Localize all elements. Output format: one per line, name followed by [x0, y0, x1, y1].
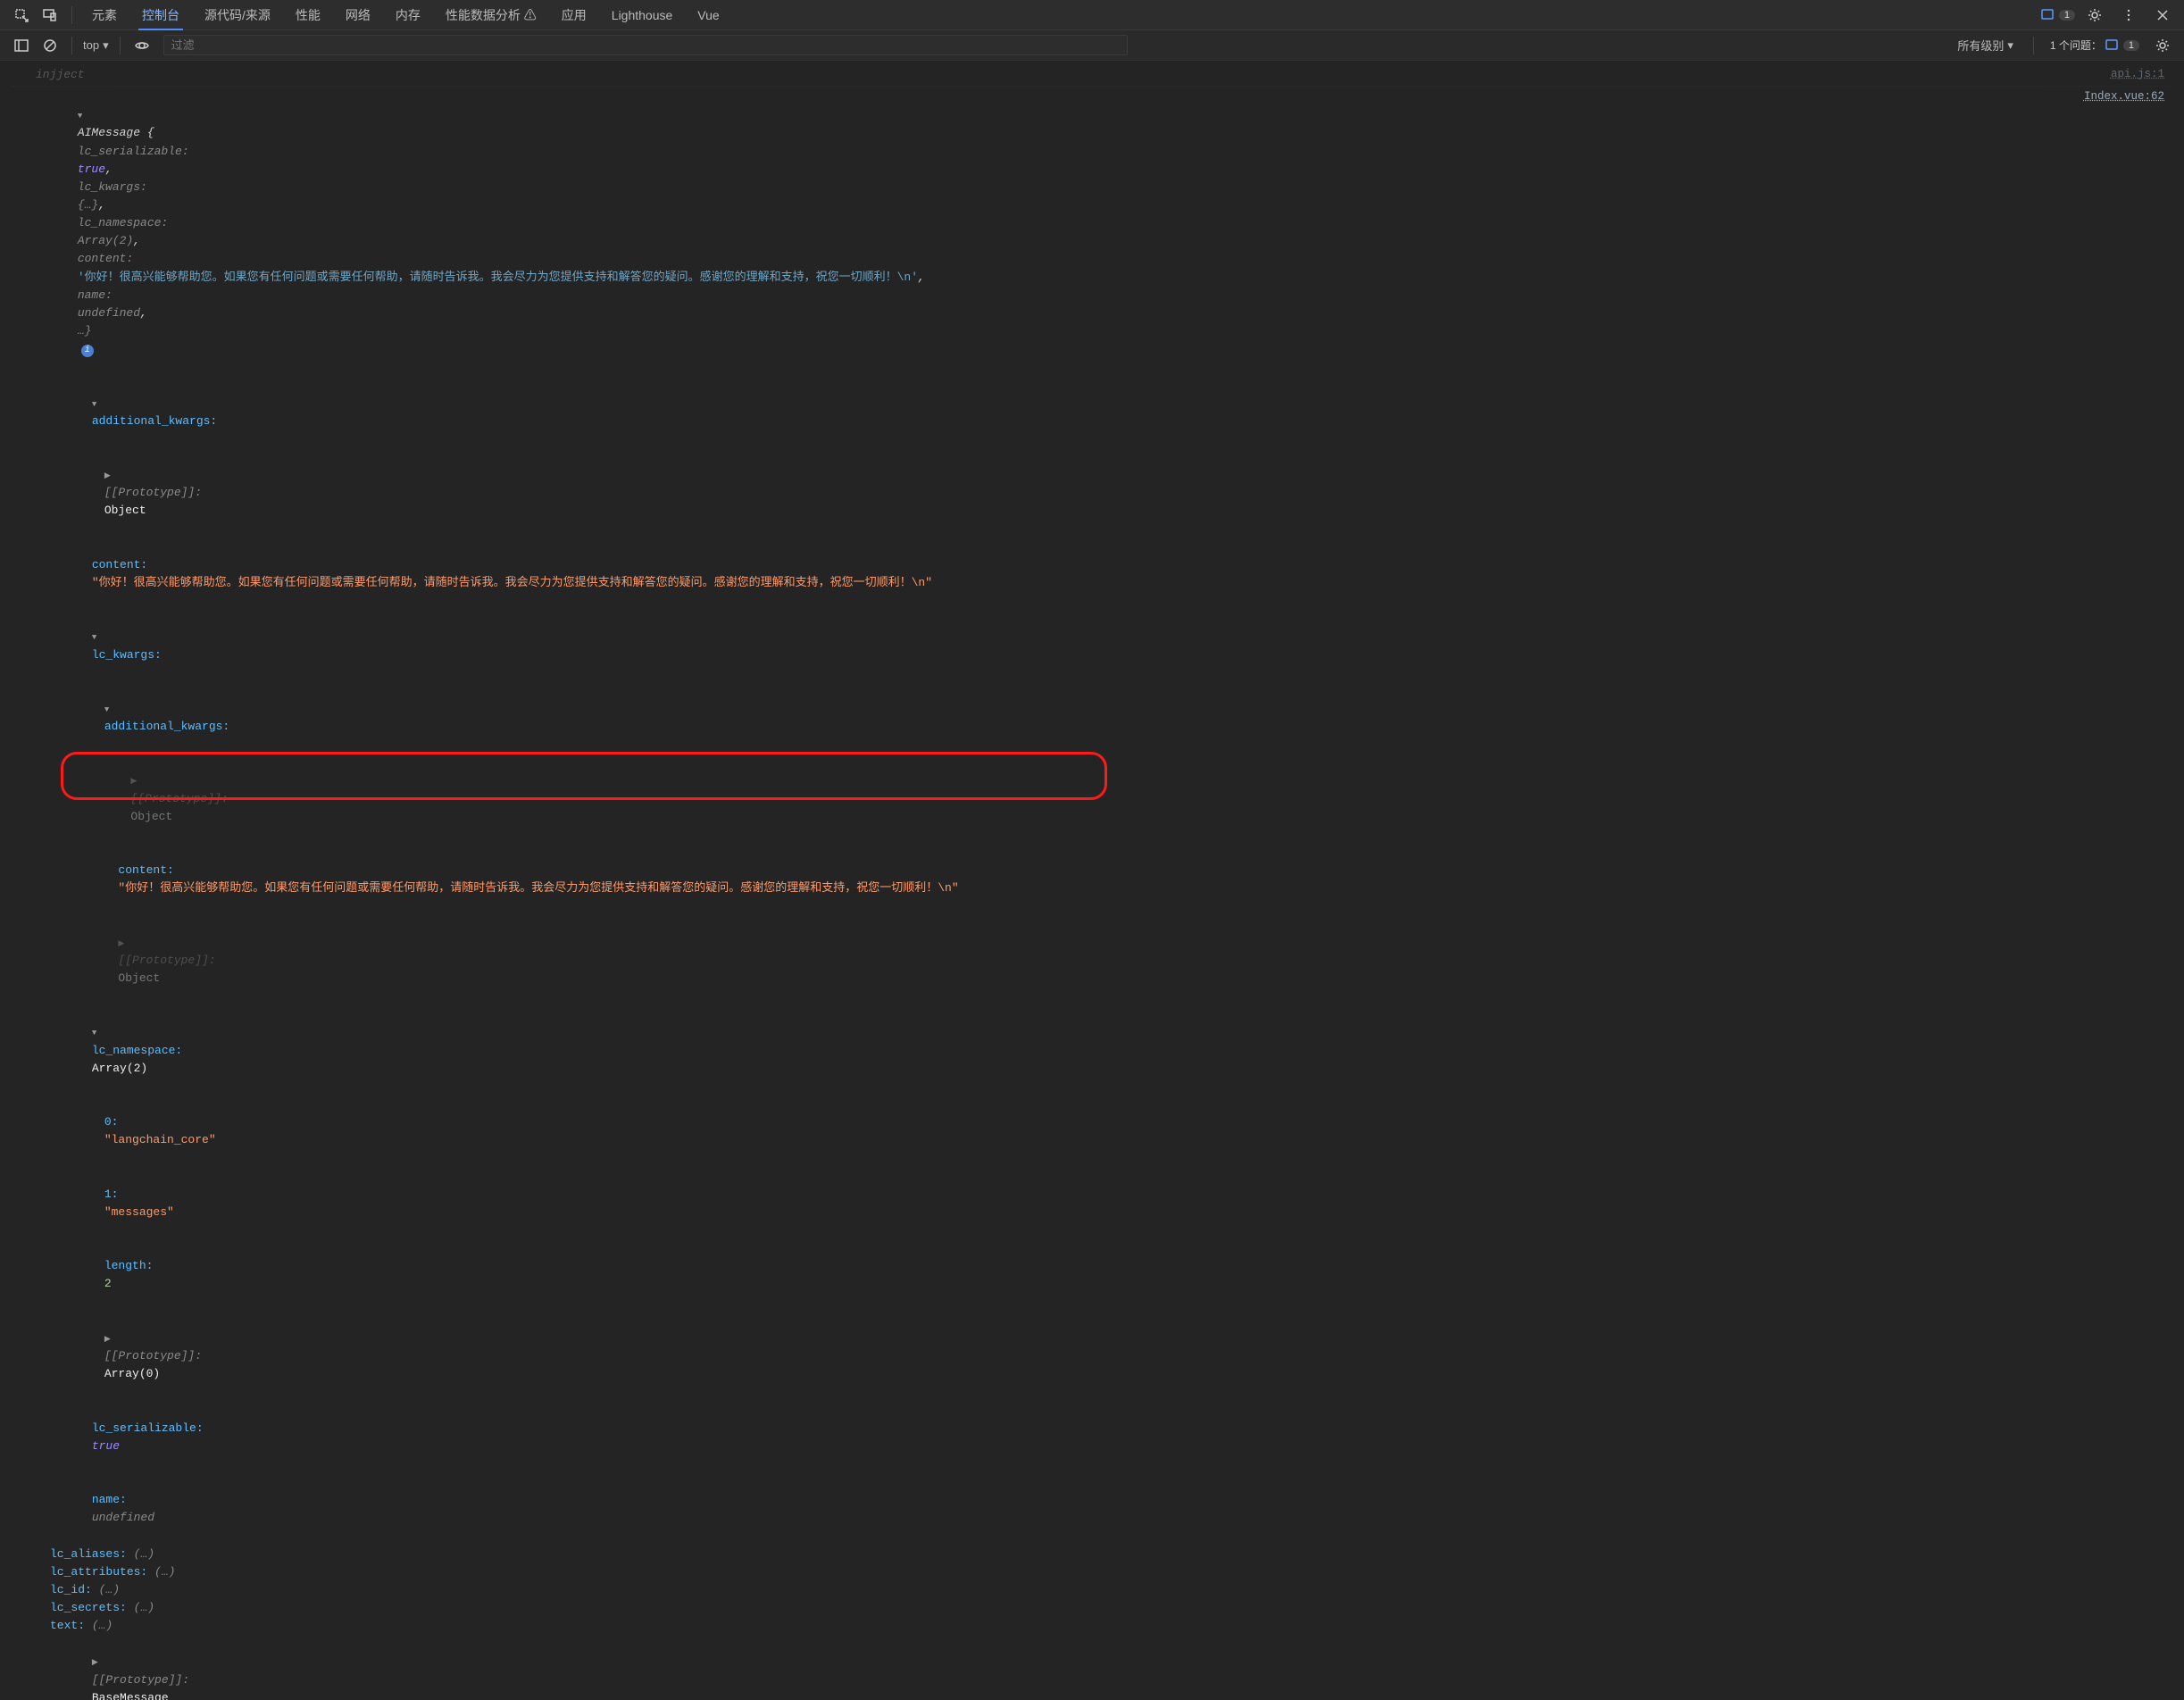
tab-lighthouse[interactable]: Lighthouse — [599, 0, 686, 29]
expand-toggle[interactable] — [104, 1329, 113, 1347]
console-sidebar-toggle-icon[interactable] — [11, 35, 32, 56]
console-toolbar: top ▾ 所有级别 ▾ 1 个问题： 1 — [0, 30, 2184, 61]
expand-toggle[interactable] — [104, 700, 113, 718]
content-value-highlighted: "你好！很高兴能够帮助您。如果您有任何问题或需要任何帮助，请随时告诉我。我会尽力… — [118, 881, 958, 895]
divider — [2033, 37, 2034, 54]
tabs: 元素 控制台 源代码/来源 性能 网络 内存 性能数据分析 ⚠ 应用 Light… — [79, 0, 2041, 29]
expand-toggle[interactable] — [78, 106, 87, 124]
context-selector[interactable]: top ▾ — [83, 38, 109, 53]
key-additional-kwargs: additional_kwargs: — [92, 414, 217, 428]
expand-toggle[interactable] — [92, 1653, 101, 1671]
issues-count: 1 — [2059, 10, 2075, 21]
level-selector[interactable]: 所有级别 ▾ — [1957, 37, 2013, 54]
device-toggle-icon[interactable] — [39, 4, 61, 26]
expand-toggle[interactable] — [92, 1023, 101, 1041]
settings-icon[interactable] — [2084, 4, 2105, 26]
console-output: injject api.js:1 Index.vue:62 AIMessage … — [0, 61, 2184, 1700]
problems-count: 1 — [2123, 40, 2139, 51]
content-value: "你好！很高兴能够帮助您。如果您有任何问题或需要任何帮助，请随时告诉我。我会尽力… — [92, 576, 932, 589]
tab-network[interactable]: 网络 — [333, 0, 383, 29]
divider — [71, 6, 72, 24]
tab-application[interactable]: 应用 — [549, 0, 599, 29]
log-row-prev: injject api.js:1 — [11, 64, 2173, 87]
tab-elements[interactable]: 元素 — [79, 0, 129, 29]
tab-sources[interactable]: 源代码/来源 — [192, 0, 283, 29]
clear-console-icon[interactable] — [39, 35, 61, 56]
source-link-index[interactable]: Index.vue:62 — [2084, 88, 2164, 105]
key-lc-namespace: lc_namespace: — [92, 1044, 182, 1057]
more-icon[interactable] — [2118, 4, 2139, 26]
expand-toggle[interactable] — [130, 771, 139, 789]
devtools-tabbar: 元素 控制台 源代码/来源 性能 网络 内存 性能数据分析 ⚠ 应用 Light… — [0, 0, 2184, 30]
close-icon[interactable] — [2152, 4, 2173, 26]
issues-indicator[interactable]: 1 — [2041, 9, 2075, 21]
chevron-down-icon: ▾ — [2007, 38, 2013, 53]
tab-perf-insights[interactable]: 性能数据分析 ⚠ — [433, 0, 549, 29]
filter-input[interactable] — [163, 35, 1128, 55]
divider — [120, 37, 121, 54]
inspect-icon[interactable] — [11, 4, 32, 26]
object-class: AIMessage { — [78, 126, 154, 139]
tab-memory[interactable]: 内存 — [383, 0, 433, 29]
expand-toggle[interactable] — [92, 628, 101, 646]
expand-toggle[interactable] — [118, 934, 127, 952]
tab-performance[interactable]: 性能 — [283, 0, 333, 29]
problems-indicator[interactable]: 1 个问题： 1 — [2050, 38, 2139, 53]
key-lc-kwargs: lc_kwargs: — [92, 648, 162, 662]
log-row-aimessage-1: Index.vue:62 AIMessage { lc_serializable… — [11, 87, 2173, 1700]
expand-toggle[interactable] — [92, 395, 101, 412]
chevron-down-icon: ▾ — [103, 38, 109, 53]
source-link-api[interactable]: api.js:1 — [2111, 66, 2164, 83]
live-expression-icon[interactable] — [131, 35, 153, 56]
divider — [71, 37, 72, 54]
tab-console[interactable]: 控制台 — [129, 0, 192, 29]
info-icon[interactable]: i — [81, 345, 94, 357]
prev-log-text: injject — [36, 68, 85, 81]
console-settings-icon[interactable] — [2152, 35, 2173, 56]
expand-toggle[interactable] — [104, 466, 113, 484]
tab-vue[interactable]: Vue — [685, 0, 731, 29]
